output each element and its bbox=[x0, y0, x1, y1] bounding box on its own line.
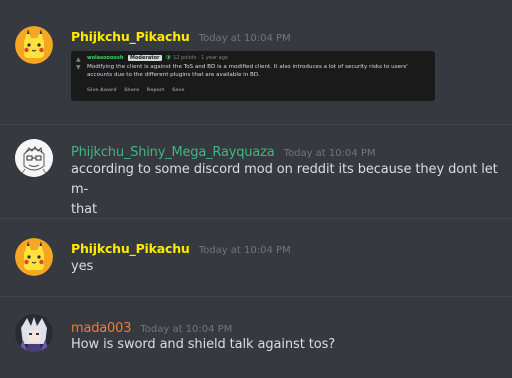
comment-author: wolasoooosh bbox=[87, 55, 124, 61]
username[interactable]: Phijkchu_Shiny_Mega_Rayquaza bbox=[71, 145, 275, 160]
comment-meta: wolasoooosh Moderator 🛡 12 points · 1 ye… bbox=[87, 55, 228, 61]
timestamp: Today at 10:04 PM bbox=[283, 148, 376, 159]
comment-actions: Give Award Share Report Save bbox=[87, 88, 191, 93]
shield-icon: 🛡 bbox=[165, 55, 172, 61]
user-avatar[interactable] bbox=[15, 238, 53, 276]
share-action: Share bbox=[124, 88, 140, 93]
timestamp: Today at 10:04 PM bbox=[198, 245, 291, 256]
message-line: that bbox=[71, 202, 97, 217]
message-divider bbox=[0, 296, 512, 297]
sketch-face-icon bbox=[15, 139, 53, 177]
comment-points: 12 points · 1 year ago bbox=[173, 55, 228, 61]
reddit-screenshot-attachment[interactable]: ▲ ▼ wolasoooosh Moderator 🛡 12 points · … bbox=[71, 51, 435, 101]
save-action: Save bbox=[171, 88, 185, 93]
user-avatar[interactable] bbox=[15, 139, 53, 177]
message-line: How is sword and shield talk against tos… bbox=[71, 337, 336, 352]
message-line: according to some discord mod on reddit … bbox=[71, 162, 498, 197]
message-content: How is sword and shield talk against tos… bbox=[71, 335, 501, 355]
message-content: according to some discord mod on reddit … bbox=[71, 160, 501, 220]
moderator-badge: Moderator bbox=[128, 55, 162, 61]
report-action: Report bbox=[146, 88, 165, 93]
message-header: Phijkchu_Shiny_Mega_Rayquaza Today at 10… bbox=[71, 141, 376, 160]
timestamp: Today at 10:04 PM bbox=[198, 33, 291, 44]
give-award-action: Give Award bbox=[87, 88, 117, 93]
message-header: mada003 Today at 10:04 PM bbox=[71, 317, 232, 336]
user-avatar[interactable] bbox=[15, 26, 53, 64]
message-line: yes bbox=[71, 259, 94, 274]
message-divider bbox=[0, 124, 512, 125]
username[interactable]: Phijkchu_Pikachu bbox=[71, 29, 190, 44]
message-divider bbox=[0, 218, 512, 219]
timestamp: Today at 10:04 PM bbox=[140, 324, 233, 335]
username[interactable]: Phijkchu_Pikachu bbox=[71, 241, 190, 256]
chat-messages: Phijkchu_Pikachu Today at 10:04 PM ▲ ▼ w… bbox=[0, 0, 512, 378]
anime-character-icon bbox=[15, 314, 53, 352]
upvote-icon: ▲ bbox=[76, 56, 81, 63]
message-header: Phijkchu_Pikachu Today at 10:04 PM bbox=[71, 26, 291, 45]
user-avatar[interactable] bbox=[15, 314, 53, 352]
pikachu-icon bbox=[15, 26, 53, 64]
message-content: yes bbox=[71, 257, 501, 277]
message-header: Phijkchu_Pikachu Today at 10:04 PM bbox=[71, 238, 291, 257]
pikachu-icon bbox=[15, 238, 53, 276]
username[interactable]: mada003 bbox=[71, 321, 131, 336]
vote-arrows: ▲ ▼ bbox=[76, 56, 82, 72]
comment-text: Modifying the client is against the ToS … bbox=[87, 64, 408, 78]
downvote-icon: ▼ bbox=[76, 64, 81, 71]
